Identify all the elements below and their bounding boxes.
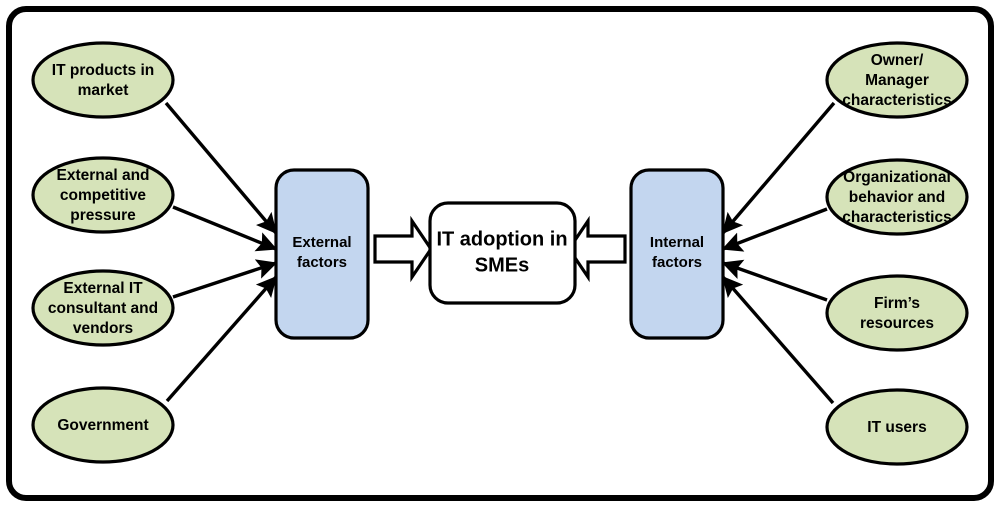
node-label-it-users: IT users <box>867 419 926 436</box>
node-label-government: Government <box>57 417 148 434</box>
conceptual-framework-diagram: IT products in market External and compe… <box>6 6 994 501</box>
diagram-canvas: IT products in market External and compe… <box>0 0 1000 507</box>
node-label-organizational-line2: behavior and <box>849 189 945 206</box>
box-label-internal-factors-line2: factors <box>652 254 702 271</box>
box-label-external-factors-line2: factors <box>297 254 347 271</box>
node-label-owner-manager-line1: Owner/ <box>871 52 924 69</box>
node-label-competitive-pressure-line3: pressure <box>70 207 136 224</box>
node-label-consultant-line2: consultant and <box>48 300 158 317</box>
node-label-competitive-pressure-line1: External and <box>56 167 149 184</box>
node-label-organizational-line1: Organizational <box>843 169 951 186</box>
external-factors-group[interactable]: External factors <box>274 168 370 340</box>
box-label-center-line2: SMEs <box>475 254 529 276</box>
left-node-group-1[interactable]: IT products in market <box>31 41 175 119</box>
box-label-center-line1: IT adoption in <box>436 228 567 250</box>
node-label-it-products-line2: market <box>78 82 129 99</box>
right-node-group-1[interactable]: Owner/ Manager characteristics <box>825 41 969 119</box>
node-label-firms-resources-line2: resources <box>860 315 934 332</box>
node-label-it-products-line1: IT products in <box>52 62 154 79</box>
right-node-group-2[interactable]: Organizational behavior and characterist… <box>825 158 969 236</box>
internal-factors-group[interactable]: Internal factors <box>629 168 725 340</box>
right-node-group-3[interactable]: Firm’s resources <box>825 274 969 352</box>
node-label-competitive-pressure-line2: competitive <box>60 187 147 204</box>
right-node-group-4[interactable]: IT users <box>825 388 969 466</box>
box-it-adoption-in-smes[interactable] <box>428 201 577 305</box>
box-label-internal-factors-line1: Internal <box>650 234 704 251</box>
center-box-group[interactable]: IT adoption in SMEs <box>428 201 577 305</box>
node-label-owner-manager-line2: Manager <box>865 72 929 89</box>
node-it-products-in-market[interactable] <box>31 41 175 119</box>
node-label-organizational-line3: characteristics <box>842 209 951 226</box>
node-label-firms-resources-line1: Firm’s <box>874 295 920 312</box>
left-node-group-2[interactable]: External and competitive pressure <box>31 156 175 234</box>
left-node-group-4[interactable]: Government <box>31 386 175 464</box>
left-node-group-3[interactable]: External IT consultant and vendors <box>31 269 175 347</box>
node-firms-resources[interactable] <box>825 274 969 352</box>
node-label-owner-manager-line3: characteristics <box>842 92 951 109</box>
box-label-external-factors-line1: External <box>292 234 351 251</box>
node-label-consultant-line3: vendors <box>73 320 133 337</box>
node-label-consultant-line1: External IT <box>63 280 143 297</box>
